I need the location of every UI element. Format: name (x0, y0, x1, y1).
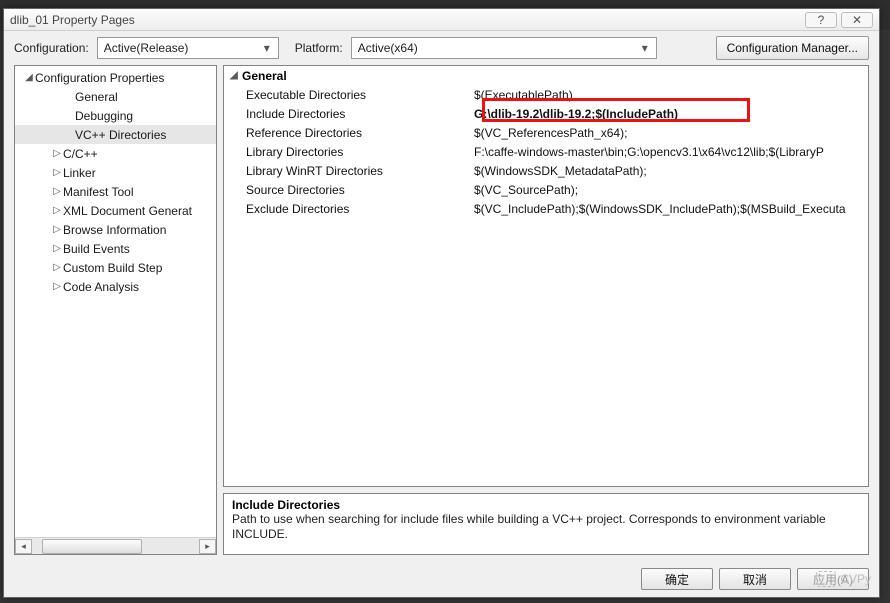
description-body: Path to use when searching for include f… (232, 512, 860, 542)
grid-row-name: Include Directories (224, 107, 470, 121)
ok-button[interactable]: 确定 (641, 568, 713, 590)
close-icon[interactable]: ✕ (841, 12, 873, 28)
dialog-buttons: 确定 取消 应用(A) (4, 561, 879, 597)
tree-item[interactable]: ▷Build Events (15, 239, 216, 258)
tree-item-label: VC++ Directories (75, 128, 166, 142)
tree-item-label: Code Analysis (63, 280, 139, 294)
grid-row-value[interactable]: $(VC_IncludePath);$(WindowsSDK_IncludePa… (470, 202, 868, 216)
chevron-right-icon: ▷ (51, 167, 63, 178)
tree-item[interactable]: General (15, 87, 216, 106)
tree-item[interactable]: ▷C/C++ (15, 144, 216, 163)
description-title: Include Directories (232, 498, 860, 512)
tree-root[interactable]: ◢Configuration Properties (15, 68, 216, 87)
scroll-thumb[interactable] (42, 539, 142, 554)
platform-combo[interactable]: Active(x64) ▾ (351, 37, 657, 59)
tree-item-label: Custom Build Step (63, 261, 162, 275)
configuration-label: Configuration: (14, 41, 89, 55)
tree-item-label: General (75, 90, 118, 104)
grid-row[interactable]: Library DirectoriesF:\caffe-windows-mast… (224, 142, 868, 161)
tree-hscrollbar[interactable]: ◂ ▸ (15, 537, 216, 554)
tree-item[interactable]: Debugging (15, 106, 216, 125)
grid-row-name: Library WinRT Directories (224, 164, 470, 178)
grid-row-value[interactable]: G:\dlib-19.2\dlib-19.2;$(IncludePath) (470, 107, 868, 121)
config-tree[interactable]: ◢Configuration Properties General Debuggin… (15, 66, 216, 537)
grid-row[interactable]: Source Directories$(VC_SourcePath); (224, 180, 868, 199)
grid-row-name: Exclude Directories (224, 202, 470, 216)
chevron-right-icon: ▷ (51, 243, 63, 254)
configuration-value: Active(Release) (104, 41, 260, 55)
tree-item[interactable]: ▷XML Document Generat (15, 201, 216, 220)
window-title: dlib_01 Property Pages (10, 13, 135, 27)
chevron-down-icon: ▾ (260, 41, 274, 55)
tree-pane: ◢Configuration Properties General Debuggin… (14, 65, 217, 555)
grid-row-value[interactable]: $(VC_SourcePath); (470, 183, 868, 197)
chevron-down-icon: ▾ (638, 41, 652, 55)
configuration-combo[interactable]: Active(Release) ▾ (97, 37, 279, 59)
description-box: Include Directories Path to use when sea… (223, 493, 869, 555)
chevron-right-icon: ▷ (51, 281, 63, 292)
tree-item[interactable]: ▷Code Analysis (15, 277, 216, 296)
tree-item[interactable]: ▷Linker (15, 163, 216, 182)
grid-row-name: Source Directories (224, 183, 470, 197)
tree-item-label: Browse Information (63, 223, 166, 237)
grid-row[interactable]: Library WinRT Directories$(WindowsSDK_Me… (224, 161, 868, 180)
tree-root-label: Configuration Properties (35, 71, 164, 85)
tree-item[interactable]: VC++ Directories (15, 125, 216, 144)
chevron-down-icon: ◢ (23, 72, 35, 83)
grid-row-value[interactable]: $(ExecutablePath) (470, 88, 868, 102)
scroll-track[interactable] (32, 539, 199, 554)
cancel-button[interactable]: 取消 (719, 568, 791, 590)
grid-group-header[interactable]: ◢General (224, 66, 868, 85)
titlebar[interactable]: dlib_01 Property Pages ? ✕ (4, 9, 879, 31)
chevron-right-icon: ▷ (51, 262, 63, 273)
scroll-left-icon[interactable]: ◂ (15, 539, 32, 554)
grid-row-value[interactable]: $(VC_ReferencesPath_x64); (470, 126, 868, 140)
tree-item[interactable]: ▷Browse Information (15, 220, 216, 239)
tree-item-label: C/C++ (63, 147, 98, 161)
property-pages-dialog: dlib_01 Property Pages ? ✕ Configuration… (3, 8, 880, 598)
chevron-right-icon: ▷ (51, 205, 63, 216)
grid-row-value[interactable]: F:\caffe-windows-master\bin;G:\opencv3.1… (470, 145, 868, 159)
grid-group-label: General (242, 69, 287, 83)
tree-item-label: Build Events (63, 242, 130, 256)
grid-row[interactable]: Include DirectoriesG:\dlib-19.2\dlib-19.… (224, 104, 868, 123)
grid-row-name: Reference Directories (224, 126, 470, 140)
chevron-right-icon: ▷ (51, 224, 63, 235)
chevron-right-icon: ▷ (51, 148, 63, 159)
grid-row-value[interactable]: $(WindowsSDK_MetadataPath); (470, 164, 868, 178)
grid-row[interactable]: Executable Directories$(ExecutablePath) (224, 85, 868, 104)
configuration-manager-button[interactable]: Configuration Manager... (716, 36, 869, 60)
grid-row-name: Library Directories (224, 145, 470, 159)
tree-item[interactable]: ▷Manifest Tool (15, 182, 216, 201)
property-grid[interactable]: ◢GeneralExecutable Directories$(Executab… (223, 65, 869, 487)
grid-row[interactable]: Exclude Directories$(VC_IncludePath);$(W… (224, 199, 868, 218)
tree-item-label: Debugging (75, 109, 133, 123)
chevron-right-icon: ▷ (51, 186, 63, 197)
tree-item[interactable]: ▷Custom Build Step (15, 258, 216, 277)
platform-label: Platform: (295, 41, 343, 55)
help-icon[interactable]: ? (805, 12, 837, 28)
tree-item-label: Linker (63, 166, 96, 180)
grid-row[interactable]: Reference Directories$(VC_ReferencesPath… (224, 123, 868, 142)
tree-item-label: Manifest Tool (63, 185, 133, 199)
chevron-down-icon: ◢ (230, 70, 242, 81)
scroll-right-icon[interactable]: ▸ (199, 539, 216, 554)
grid-row-name: Executable Directories (224, 88, 470, 102)
apply-button[interactable]: 应用(A) (797, 568, 869, 590)
config-toolbar: Configuration: Active(Release) ▾ Platfor… (4, 31, 879, 65)
platform-value: Active(x64) (358, 41, 638, 55)
tree-item-label: XML Document Generat (63, 204, 192, 218)
